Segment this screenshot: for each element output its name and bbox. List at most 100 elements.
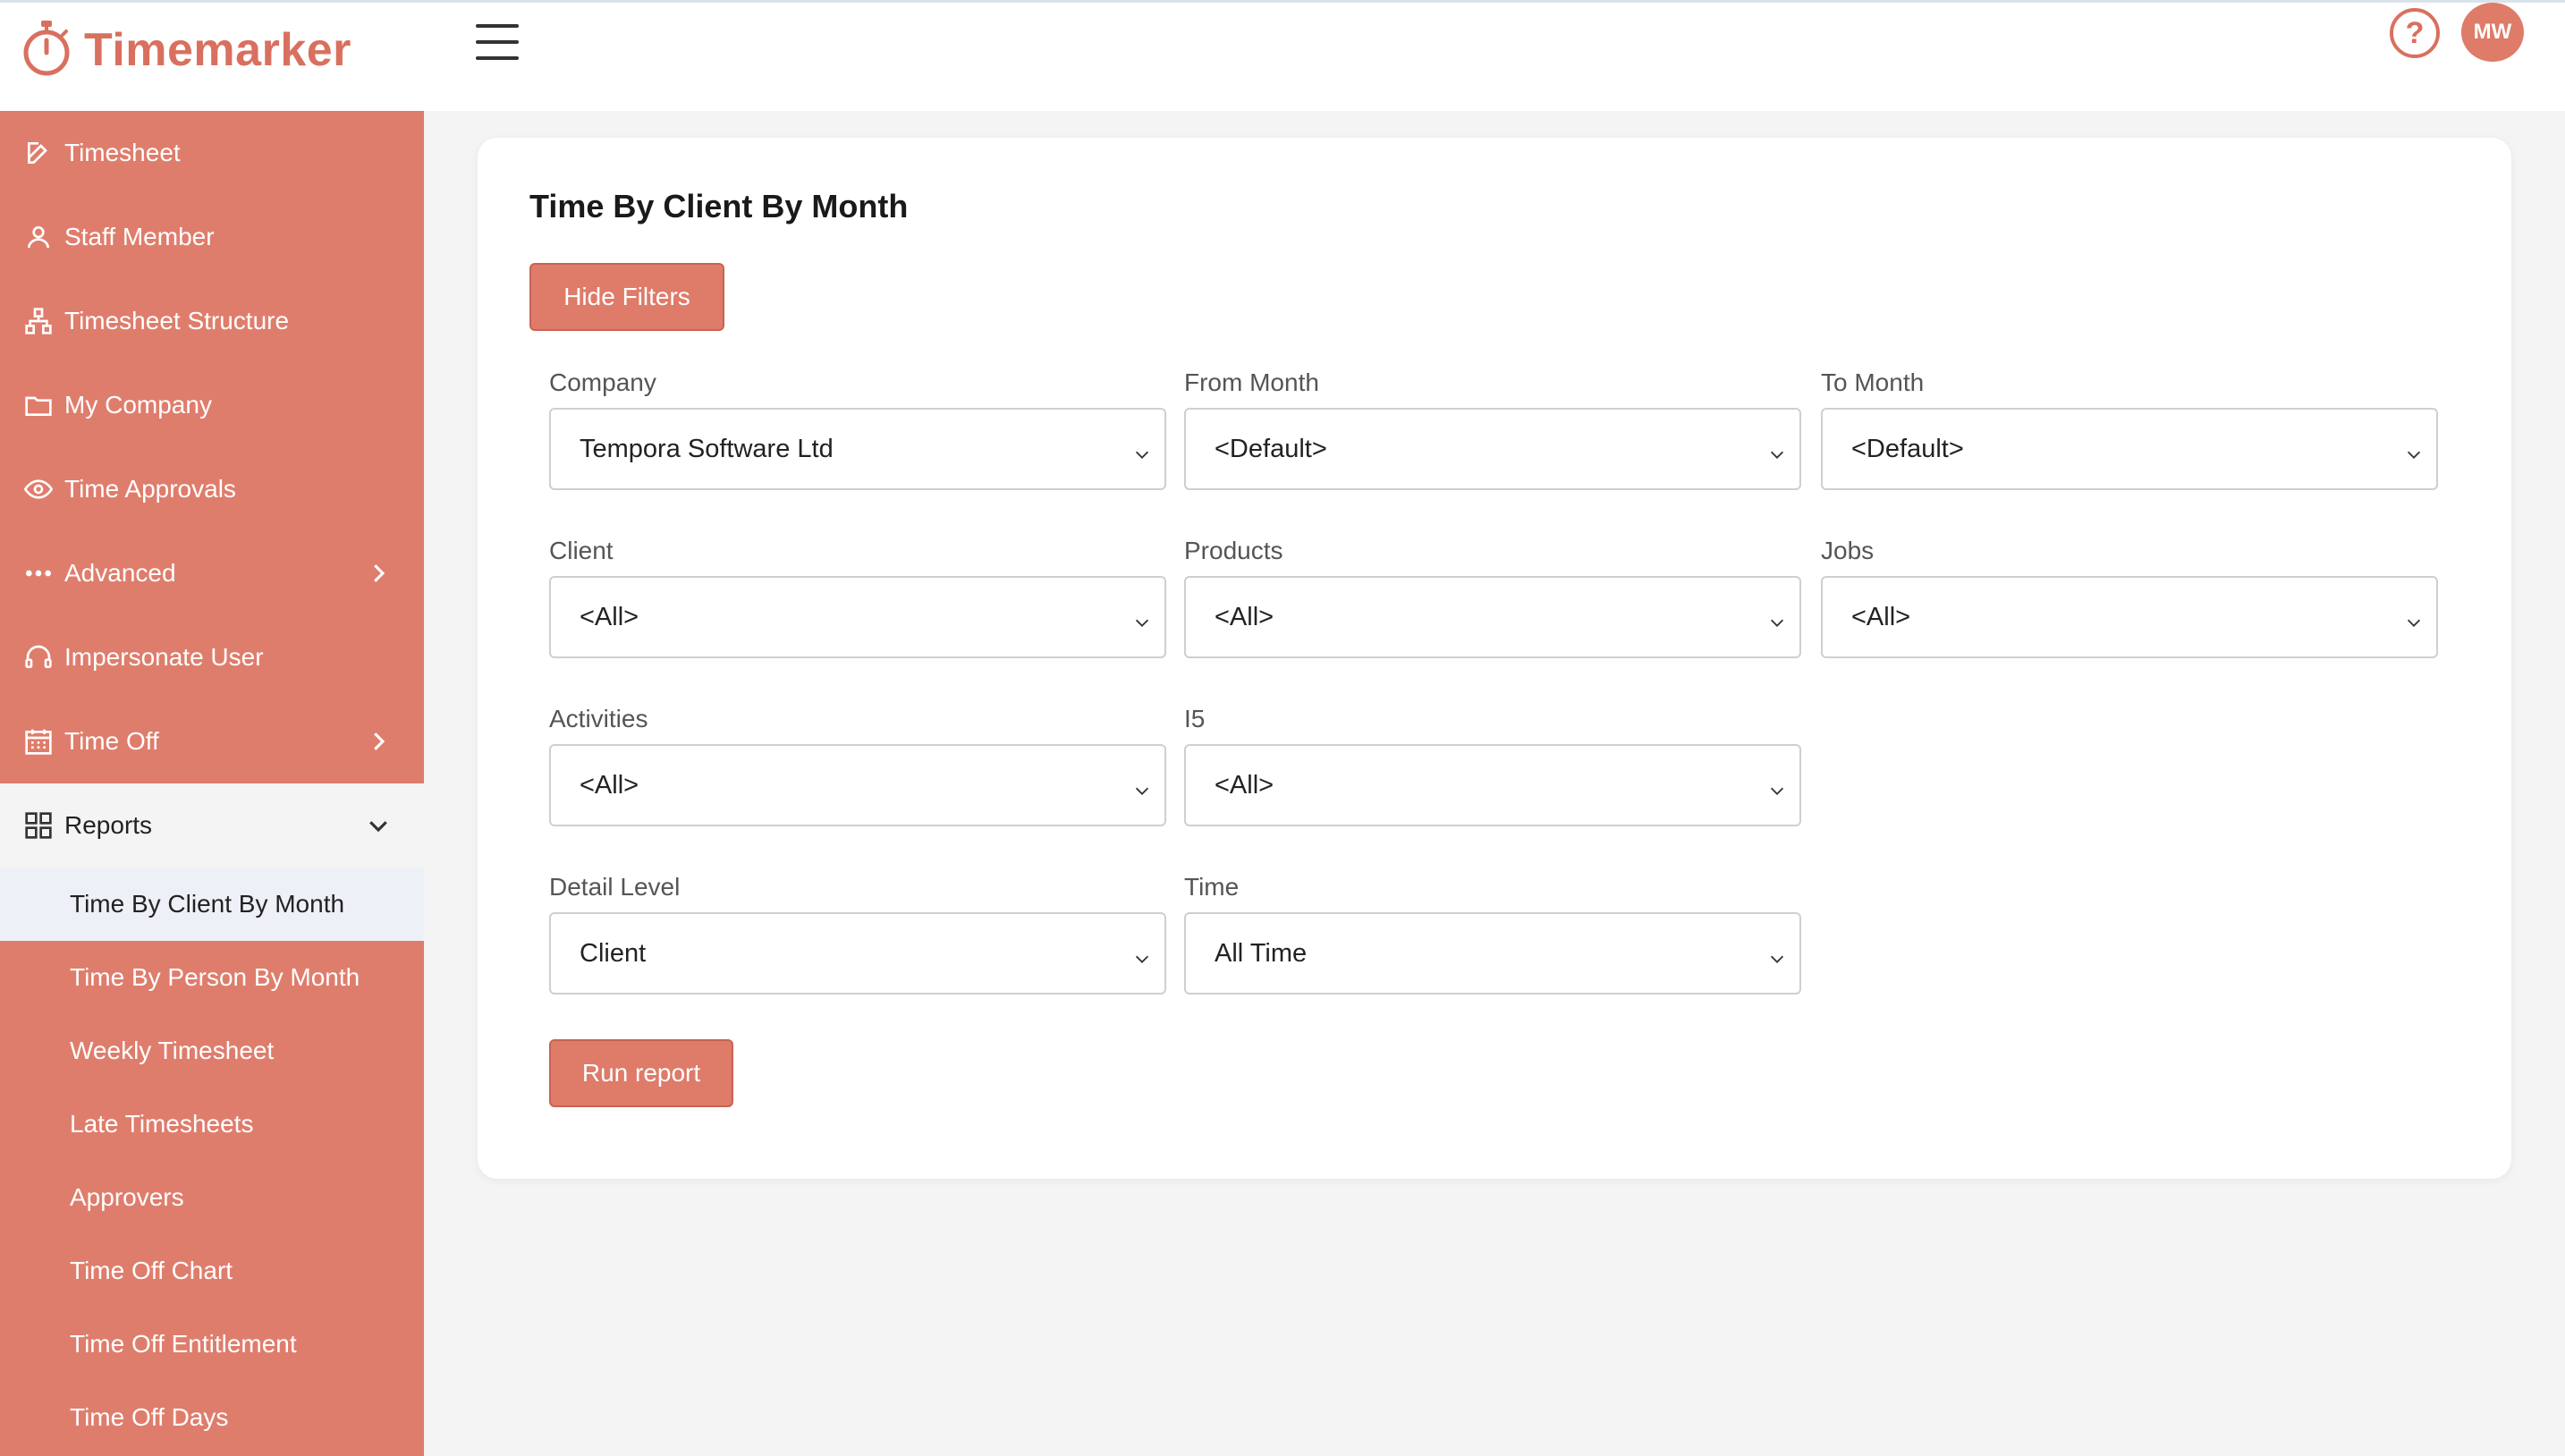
sidebar-subitem-weekly-timesheet[interactable]: Weekly Timesheet — [0, 1014, 424, 1088]
sidebar-item-label: Timesheet Structure — [64, 307, 290, 334]
detail-level-filter: Detail Level Client — [549, 873, 1166, 995]
chevron-down-icon — [1767, 778, 1787, 798]
chevron-right-icon — [365, 728, 392, 755]
sidebar-item-label: Staff Member — [64, 223, 215, 250]
headset-icon — [23, 642, 54, 673]
folder-icon — [23, 390, 54, 420]
more-dots-icon — [23, 558, 54, 588]
to-month-filter: To Month <Default> — [1821, 368, 2438, 490]
client-filter: Client <All> — [549, 537, 1166, 658]
company-label: Company — [549, 368, 656, 396]
stopwatch-icon — [21, 19, 72, 82]
activities-filter: Activities <All> — [549, 705, 1166, 826]
chevron-down-icon — [1767, 946, 1787, 966]
chevron-down-icon — [2404, 610, 2424, 630]
sidebar-subitem-time-off-chart[interactable]: Time Off Chart — [0, 1234, 424, 1308]
grid-icon — [23, 810, 54, 841]
user-icon — [23, 222, 54, 252]
edit-icon — [23, 138, 54, 168]
top-bar: Timemarker ? MW — [0, 0, 2565, 111]
select-value: <Default> — [1851, 434, 1964, 463]
chevron-down-icon — [1132, 610, 1152, 630]
sidebar-subitem-time-off-entitlement[interactable]: Time Off Entitlement — [0, 1308, 424, 1381]
sidebar-item-label: Advanced — [64, 559, 176, 587]
chevron-down-icon — [1767, 442, 1787, 461]
activities-label: Activities — [549, 705, 648, 732]
i5-select[interactable]: <All> — [1184, 744, 1801, 826]
sidebar-subitem-time-by-person-by-month[interactable]: Time By Person By Month — [0, 941, 424, 1014]
from-month-filter: From Month <Default> — [1184, 368, 1801, 490]
from-month-label: From Month — [1184, 368, 1319, 396]
hide-filters-button[interactable]: Hide Filters — [529, 263, 724, 331]
select-value: <Default> — [1215, 434, 1327, 463]
help-icon[interactable]: ? — [2390, 8, 2440, 58]
sidebar-item-timesheet[interactable]: Timesheet — [0, 111, 424, 195]
chevron-down-icon — [365, 812, 392, 839]
sidebar-subitem-time-off-days[interactable]: Time Off Days — [0, 1381, 424, 1454]
products-label: Products — [1184, 537, 1283, 564]
run-report-button[interactable]: Run report — [549, 1039, 733, 1107]
sidebar-item-label: Time Off — [64, 727, 159, 755]
select-value: <All> — [1851, 602, 1911, 631]
to-month-select[interactable]: <Default> — [1821, 408, 2438, 490]
select-value: <All> — [1215, 770, 1274, 800]
page-title: Time By Client By Month — [529, 188, 909, 224]
app-logo[interactable]: Timemarker — [21, 19, 351, 81]
app-name: Timemarker — [84, 24, 351, 76]
products-select[interactable]: <All> — [1184, 576, 1801, 658]
menu-toggle-icon[interactable] — [476, 24, 519, 60]
jobs-label: Jobs — [1821, 537, 1875, 564]
sidebar-item-label: Impersonate User — [64, 643, 264, 671]
sidebar-item-label: Reports — [64, 811, 153, 839]
select-value: <All> — [580, 770, 639, 800]
sidebar-item-label: My Company — [64, 391, 212, 419]
eye-icon — [23, 474, 54, 504]
jobs-select[interactable]: <All> — [1821, 576, 2438, 658]
chevron-right-icon — [365, 560, 392, 587]
to-month-label: To Month — [1821, 368, 1925, 396]
sidebar: Timesheet Staff Member Timesheet Structu… — [0, 111, 424, 1456]
sidebar-subitem-approvers[interactable]: Approvers — [0, 1161, 424, 1234]
chevron-down-icon — [1132, 778, 1152, 798]
sidebar-item-impersonate-user[interactable]: Impersonate User — [0, 615, 424, 699]
i5-filter: I5 <All> — [1184, 705, 1801, 826]
chevron-down-icon — [2404, 442, 2424, 461]
sidebar-item-timesheet-structure[interactable]: Timesheet Structure — [0, 279, 424, 363]
select-value: <All> — [1215, 602, 1274, 631]
detail-level-select[interactable]: Client — [549, 912, 1166, 995]
sidebar-item-my-company[interactable]: My Company — [0, 363, 424, 447]
company-select[interactable]: Tempora Software Ltd — [549, 408, 1166, 490]
sidebar-item-advanced[interactable]: Advanced — [0, 531, 424, 615]
from-month-select[interactable]: <Default> — [1184, 408, 1801, 490]
jobs-filter: Jobs <All> — [1821, 537, 2438, 658]
hierarchy-icon — [23, 306, 54, 336]
sidebar-item-reports[interactable]: Reports — [0, 783, 424, 868]
sidebar-item-label: Time Approvals — [64, 475, 236, 503]
i5-label: I5 — [1184, 705, 1206, 732]
sidebar-subitem-late-timesheets[interactable]: Late Timesheets — [0, 1088, 424, 1161]
sidebar-item-label: Timesheet — [64, 139, 181, 166]
detail-level-label: Detail Level — [549, 873, 681, 901]
select-value: <All> — [580, 602, 639, 631]
time-label: Time — [1184, 873, 1240, 901]
activities-select[interactable]: <All> — [549, 744, 1166, 826]
sidebar-subitem-time-by-client-by-month[interactable]: Time By Client By Month — [0, 868, 424, 941]
select-value: Tempora Software Ltd — [580, 434, 834, 463]
report-card: Time By Client By Month Hide Filters Com… — [478, 138, 2511, 1179]
time-select[interactable]: All Time — [1184, 912, 1801, 995]
sidebar-item-staff-member[interactable]: Staff Member — [0, 195, 424, 279]
chevron-down-icon — [1767, 610, 1787, 630]
calendar-icon — [23, 726, 54, 757]
select-value: Client — [580, 938, 647, 968]
select-value: All Time — [1215, 938, 1308, 968]
sidebar-item-time-approvals[interactable]: Time Approvals — [0, 447, 424, 531]
client-label: Client — [549, 537, 614, 564]
client-select[interactable]: <All> — [549, 576, 1166, 658]
sidebar-item-time-off[interactable]: Time Off — [0, 699, 424, 783]
reports-section: Reports — [0, 783, 424, 868]
user-avatar[interactable]: MW — [2461, 3, 2524, 62]
time-filter: Time All Time — [1184, 873, 1801, 995]
chevron-down-icon — [1132, 946, 1152, 966]
chevron-down-icon — [1132, 442, 1152, 461]
products-filter: Products <All> — [1184, 537, 1801, 658]
